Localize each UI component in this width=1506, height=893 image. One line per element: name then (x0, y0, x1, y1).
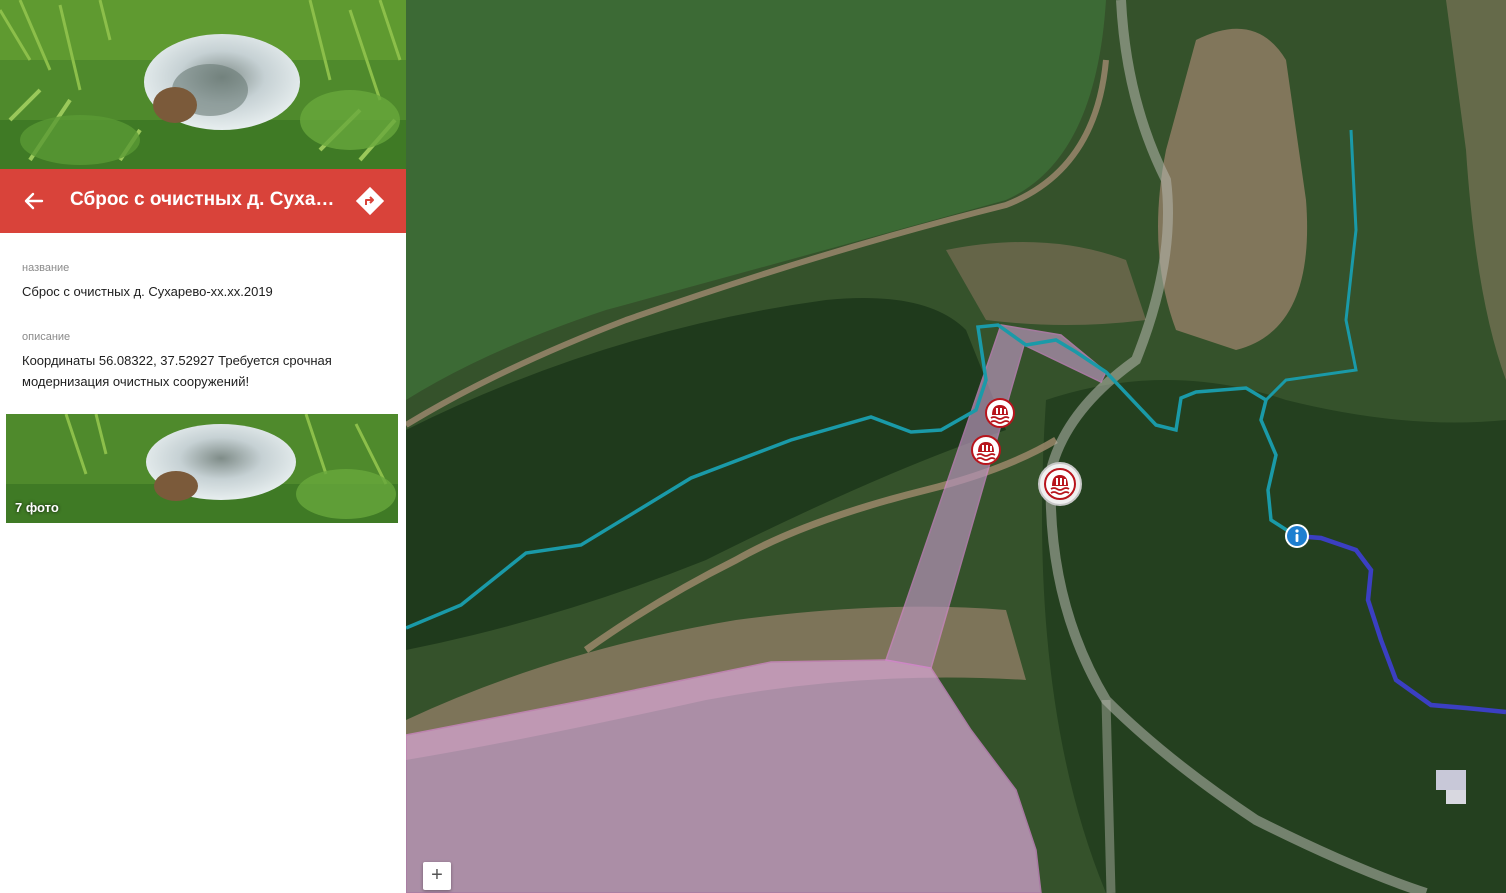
back-button[interactable] (18, 185, 50, 217)
water-discharge-marker[interactable] (984, 397, 1016, 434)
building (1436, 770, 1466, 790)
directions-icon (355, 186, 385, 216)
info-marker[interactable] (1284, 523, 1310, 554)
zoom-in-button[interactable]: + (423, 862, 451, 890)
zoom-in-icon: + (431, 864, 443, 886)
water-discharge-marker[interactable] (970, 434, 1002, 471)
name-label: название (22, 262, 70, 274)
info-icon (1285, 524, 1309, 548)
app-root: Сброс с очистных д. Сухар… название Сбро… (0, 0, 1506, 893)
description-value: Координаты 56.08322, 37.52927 Требуется … (22, 353, 332, 389)
satellite-map[interactable]: + (406, 0, 1506, 893)
description-label: описание (22, 331, 71, 343)
hero-photo-image (0, 0, 406, 169)
name-field: название Сброс с очистных д. Сухарево-хх… (22, 262, 382, 302)
hero-photo[interactable] (0, 0, 406, 169)
photo-gallery-thumbnail[interactable]: 7 фото (6, 414, 398, 523)
description-field: описание Координаты 56.08322, 37.52927 Т… (22, 331, 382, 392)
water-discharge-icon (1038, 462, 1082, 506)
place-title: Сброс с очистных д. Сухар… (70, 189, 340, 210)
water-discharge-icon (985, 398, 1015, 428)
directions-button[interactable] (354, 185, 386, 217)
place-sidebar: Сброс с очистных д. Сухар… название Сбро… (0, 0, 406, 893)
map-canvas[interactable] (406, 0, 1506, 893)
photo-thumbnail-image (6, 414, 398, 523)
photo-count: 7 фото (15, 500, 59, 515)
place-header: Сброс с очистных д. Сухар… (0, 169, 406, 233)
selected-water-discharge-marker[interactable] (1037, 461, 1083, 512)
name-value: Сброс с очистных д. Сухарево-хх.хх.2019 (22, 284, 273, 299)
back-arrow-icon (24, 192, 44, 210)
water-discharge-icon (971, 435, 1001, 465)
